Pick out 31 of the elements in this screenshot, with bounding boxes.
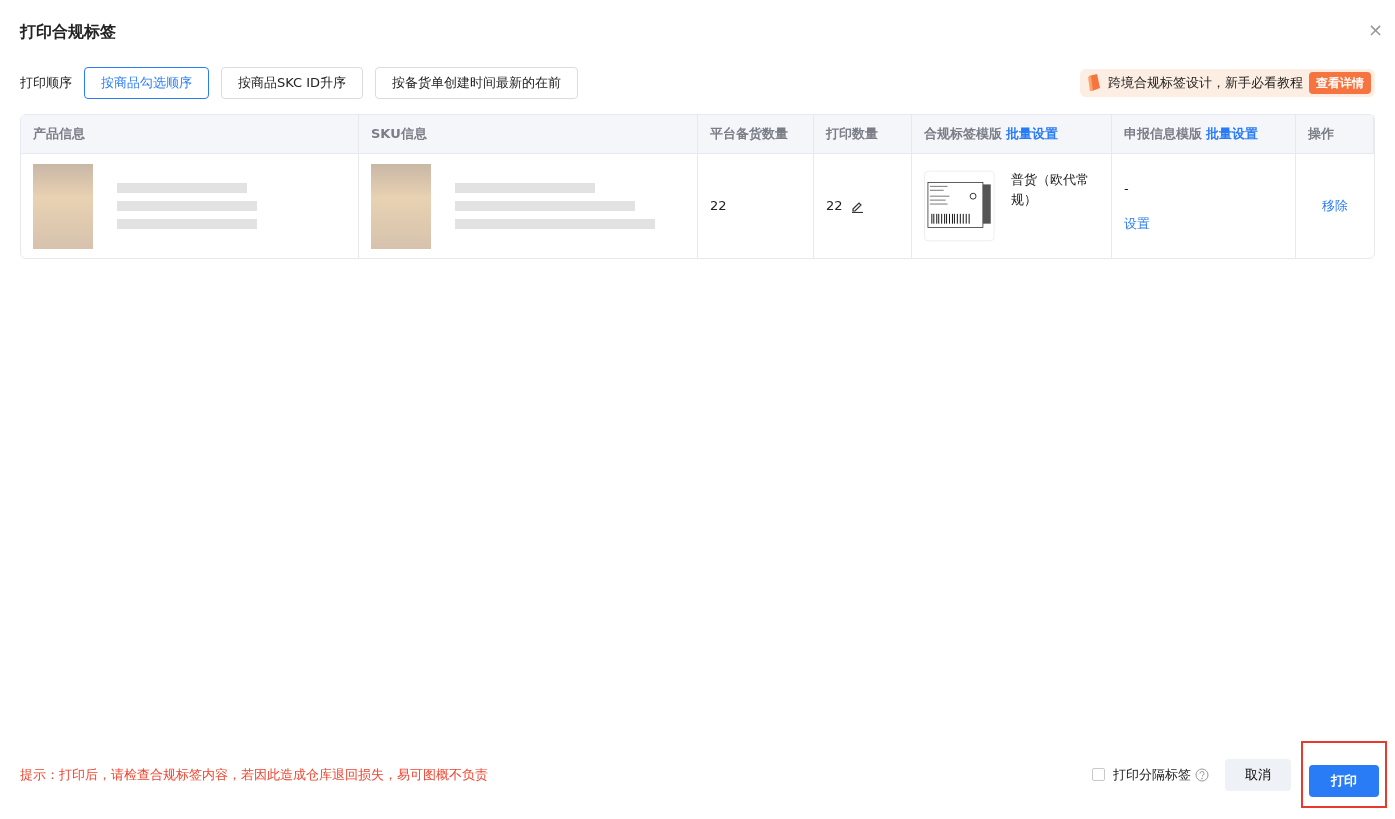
template-name: 普货（欧代常规） (1010, 171, 1090, 209)
column-header: 操作 (1308, 125, 1334, 144)
checkbox-label: 打印分隔标签 (1113, 765, 1191, 784)
remove-link[interactable]: 移除 (1322, 196, 1348, 216)
notice-text: 提示：打印后，请检查合规标签内容，若因此造成仓库退回损失，易可图概不负责 (20, 765, 488, 784)
order-option[interactable]: 按备货单创建时间最新的在前 (375, 67, 579, 99)
column-header: 合规标签模版 (924, 125, 1002, 144)
close-button[interactable]: × (1367, 8, 1383, 52)
order-label: 打印顺序 (20, 74, 72, 93)
settings-link[interactable]: 设置 (1124, 214, 1150, 234)
platform-quantity: 22 (710, 197, 727, 216)
checkbox[interactable] (1092, 768, 1105, 781)
column-header: 产品信息 (33, 125, 85, 144)
banner-text: 跨境合规标签设计，新手必看教程 (1108, 74, 1303, 93)
column-header: SKU信息 (371, 125, 427, 144)
order-option[interactable]: 按商品SKC ID升序 (221, 67, 364, 99)
book-icon (1086, 74, 1102, 92)
print-button[interactable]: 打印 (1309, 765, 1379, 797)
batch-setting-link[interactable]: 批量设置 (1206, 124, 1258, 144)
cancel-button[interactable]: 取消 (1225, 758, 1291, 791)
declare-template: - (1124, 179, 1129, 198)
column-header: 平台备货数量 (710, 125, 788, 144)
batch-setting-link[interactable]: 批量设置 (1006, 124, 1058, 144)
label-thumbnail (924, 170, 995, 242)
details-button[interactable]: 查看详情 (1309, 72, 1371, 94)
column-header: 打印数量 (826, 125, 878, 144)
help-icon[interactable] (1195, 767, 1209, 782)
dialog-title: 打印合规标签 (20, 21, 116, 43)
column-header: 申报信息模版 (1124, 125, 1202, 144)
print-quantity: 22 (826, 197, 843, 216)
order-option[interactable]: 按商品勾选顺序 (84, 67, 209, 99)
